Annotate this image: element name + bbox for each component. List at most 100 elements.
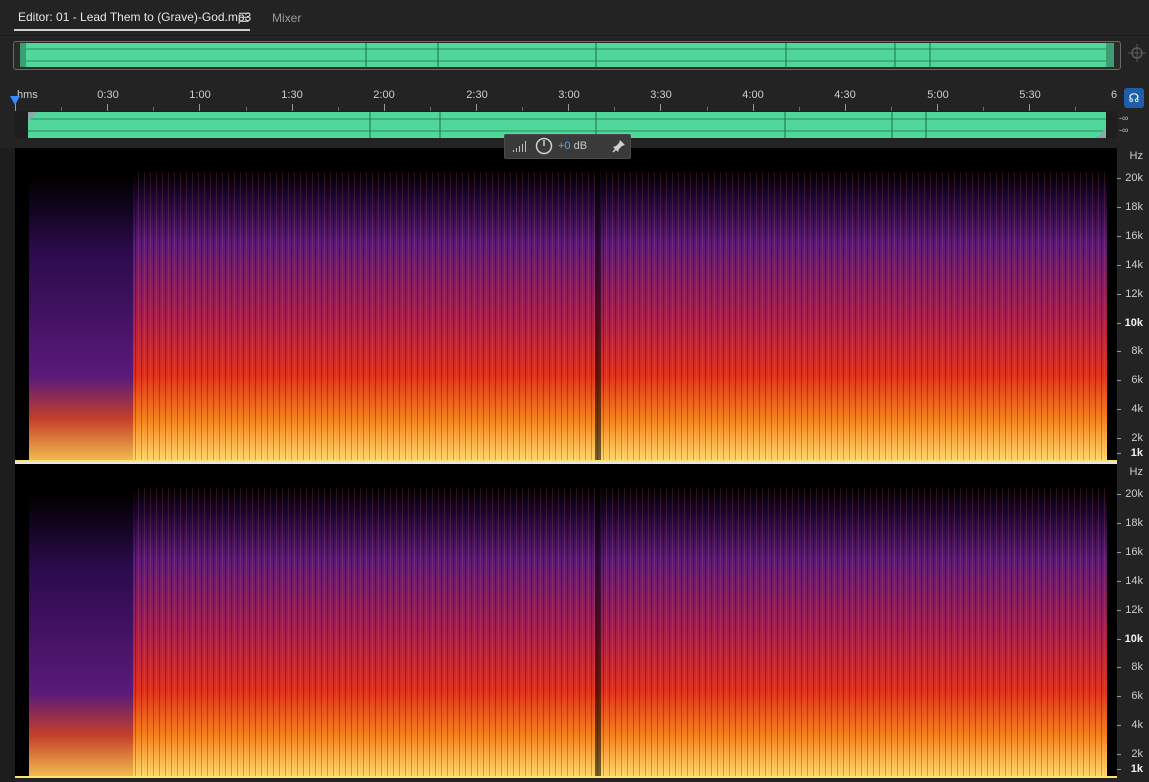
ruler-major-tick <box>568 104 569 111</box>
frequency-scale-left: Hz 20k 18k 16k 14k 12k 10k 8k 6k 4k 2k 1k <box>1117 148 1149 462</box>
channel-level-top: -∞ <box>1119 113 1129 123</box>
ruler-major-tick <box>199 104 200 111</box>
tab-mixer[interactable]: Mixer <box>272 11 301 25</box>
spectrogram-channel-right[interactable] <box>15 464 1117 778</box>
ruler-minor-tick <box>430 107 431 111</box>
ruler-major-tick <box>15 104 16 111</box>
ruler-minor-tick <box>614 107 615 111</box>
ruler-minor-tick <box>891 107 892 111</box>
ruler-major-tick <box>476 104 477 111</box>
ruler-tick-label: 4:30 <box>834 89 856 101</box>
ruler-tick-label: 0:30 <box>97 89 119 101</box>
ruler-major-tick <box>107 104 108 111</box>
frequency-label: 8k <box>1131 345 1143 357</box>
ruler-minor-tick <box>338 107 339 111</box>
frequency-tick <box>1117 581 1121 582</box>
gain-unit: dB <box>570 140 588 152</box>
ruler-tick-label: 5:00 <box>927 89 949 101</box>
ruler-major-tick <box>1029 104 1030 111</box>
ruler-minor-tick <box>983 107 984 111</box>
ruler-tick-label: 2:00 <box>373 89 395 101</box>
frequency-tick <box>1117 725 1121 726</box>
spectrogram-channel-left[interactable] <box>15 148 1117 462</box>
level-meter-icon <box>513 141 526 152</box>
frequency-tick <box>1117 207 1121 208</box>
frequency-tick <box>1117 639 1121 640</box>
frequency-label: 16k <box>1125 230 1143 242</box>
ruler-major-tick <box>292 104 293 111</box>
ruler-tick-label: 1:00 <box>189 89 211 101</box>
ruler-minor-tick <box>153 107 154 111</box>
tab-editor[interactable]: Editor: 01 - Lead Them to (Grave)-God.mp… <box>18 10 251 24</box>
ruler-minor-tick <box>61 107 62 111</box>
ruler-tick-label: 1:30 <box>281 89 303 101</box>
frequency-label: 6k <box>1131 690 1143 702</box>
frequency-tick <box>1117 438 1121 439</box>
frequency-scale-right: Hz 20k 18k 16k 14k 12k 10k 8k 6k 4k 2k 1k <box>1117 464 1149 778</box>
frequency-tick <box>1117 178 1121 179</box>
channel-level-bottom: -∞ <box>1119 125 1129 135</box>
ruler-major-tick <box>845 104 846 111</box>
frequency-label: 4k <box>1131 719 1143 731</box>
frequency-tick <box>1117 667 1121 668</box>
frequency-label: 14k <box>1125 259 1143 271</box>
frequency-label: 1k <box>1130 763 1143 775</box>
headphone-icon[interactable]: ☊ <box>1124 88 1144 108</box>
frequency-label: 2k <box>1131 748 1143 760</box>
ruler-minor-tick <box>246 107 247 111</box>
frequency-tick <box>1117 769 1121 770</box>
overview-waveform[interactable] <box>20 43 1114 67</box>
ruler-minor-tick <box>1075 107 1076 111</box>
frequency-tick <box>1117 523 1121 524</box>
spectrogram-image <box>15 464 1117 778</box>
frequency-tick <box>1117 323 1121 324</box>
ruler-tick-label: 3:00 <box>558 89 580 101</box>
frequency-tick <box>1117 265 1121 266</box>
frequency-label: 18k <box>1125 517 1143 529</box>
frequency-label: 12k <box>1125 288 1143 300</box>
frequency-unit-label: Hz <box>1129 150 1143 162</box>
ruler-major-tick <box>384 104 385 111</box>
frequency-tick <box>1117 696 1121 697</box>
frequency-label: 1k <box>1130 447 1143 459</box>
ruler-unit-label: hms <box>17 89 38 101</box>
frequency-label: 14k <box>1125 575 1143 587</box>
frequency-label: 2k <box>1131 432 1143 444</box>
ruler-tick-label: 2:30 <box>466 89 488 101</box>
frequency-label: 18k <box>1125 201 1143 213</box>
gain-knob-icon[interactable] <box>535 137 553 155</box>
frequency-label: 10k <box>1124 633 1143 645</box>
ruler-major-tick <box>937 104 938 111</box>
pin-icon[interactable] <box>612 139 626 153</box>
frequency-unit-label: Hz <box>1129 466 1143 478</box>
frequency-tick <box>1117 754 1121 755</box>
ruler-tick-label: 5:30 <box>1019 89 1041 101</box>
frequency-tick <box>1117 294 1121 295</box>
ruler-major-tick <box>753 104 754 111</box>
frequency-tick <box>1117 610 1121 611</box>
gain-value: +0 <box>558 140 571 152</box>
gain-readout: +0 dB <box>558 140 587 152</box>
frequency-tick <box>1117 380 1121 381</box>
frequency-tick <box>1117 351 1121 352</box>
frequency-label: 20k <box>1125 488 1143 500</box>
frequency-label: 4k <box>1131 403 1143 415</box>
ruler-tick-label: 6 <box>1110 89 1118 101</box>
ruler-tick-label: 3:30 <box>650 89 672 101</box>
frequency-tick <box>1117 453 1121 454</box>
frequency-tick <box>1117 409 1121 410</box>
ruler-minor-tick <box>707 107 708 111</box>
left-gutter <box>0 148 15 782</box>
frequency-label: 16k <box>1125 546 1143 558</box>
frequency-label: 6k <box>1131 374 1143 386</box>
ruler-minor-tick <box>799 107 800 111</box>
spectrogram-image <box>15 148 1117 462</box>
frequency-label: 10k <box>1124 317 1143 329</box>
hamburger-menu-icon[interactable]: ☰ <box>238 10 250 26</box>
ruler-tick-label: 4:00 <box>742 89 764 101</box>
ruler-minor-tick <box>522 107 523 111</box>
zoom-navigator-icon[interactable] <box>1128 44 1146 62</box>
frequency-label: 12k <box>1125 604 1143 616</box>
frequency-label: 8k <box>1131 661 1143 673</box>
frequency-tick <box>1117 236 1121 237</box>
